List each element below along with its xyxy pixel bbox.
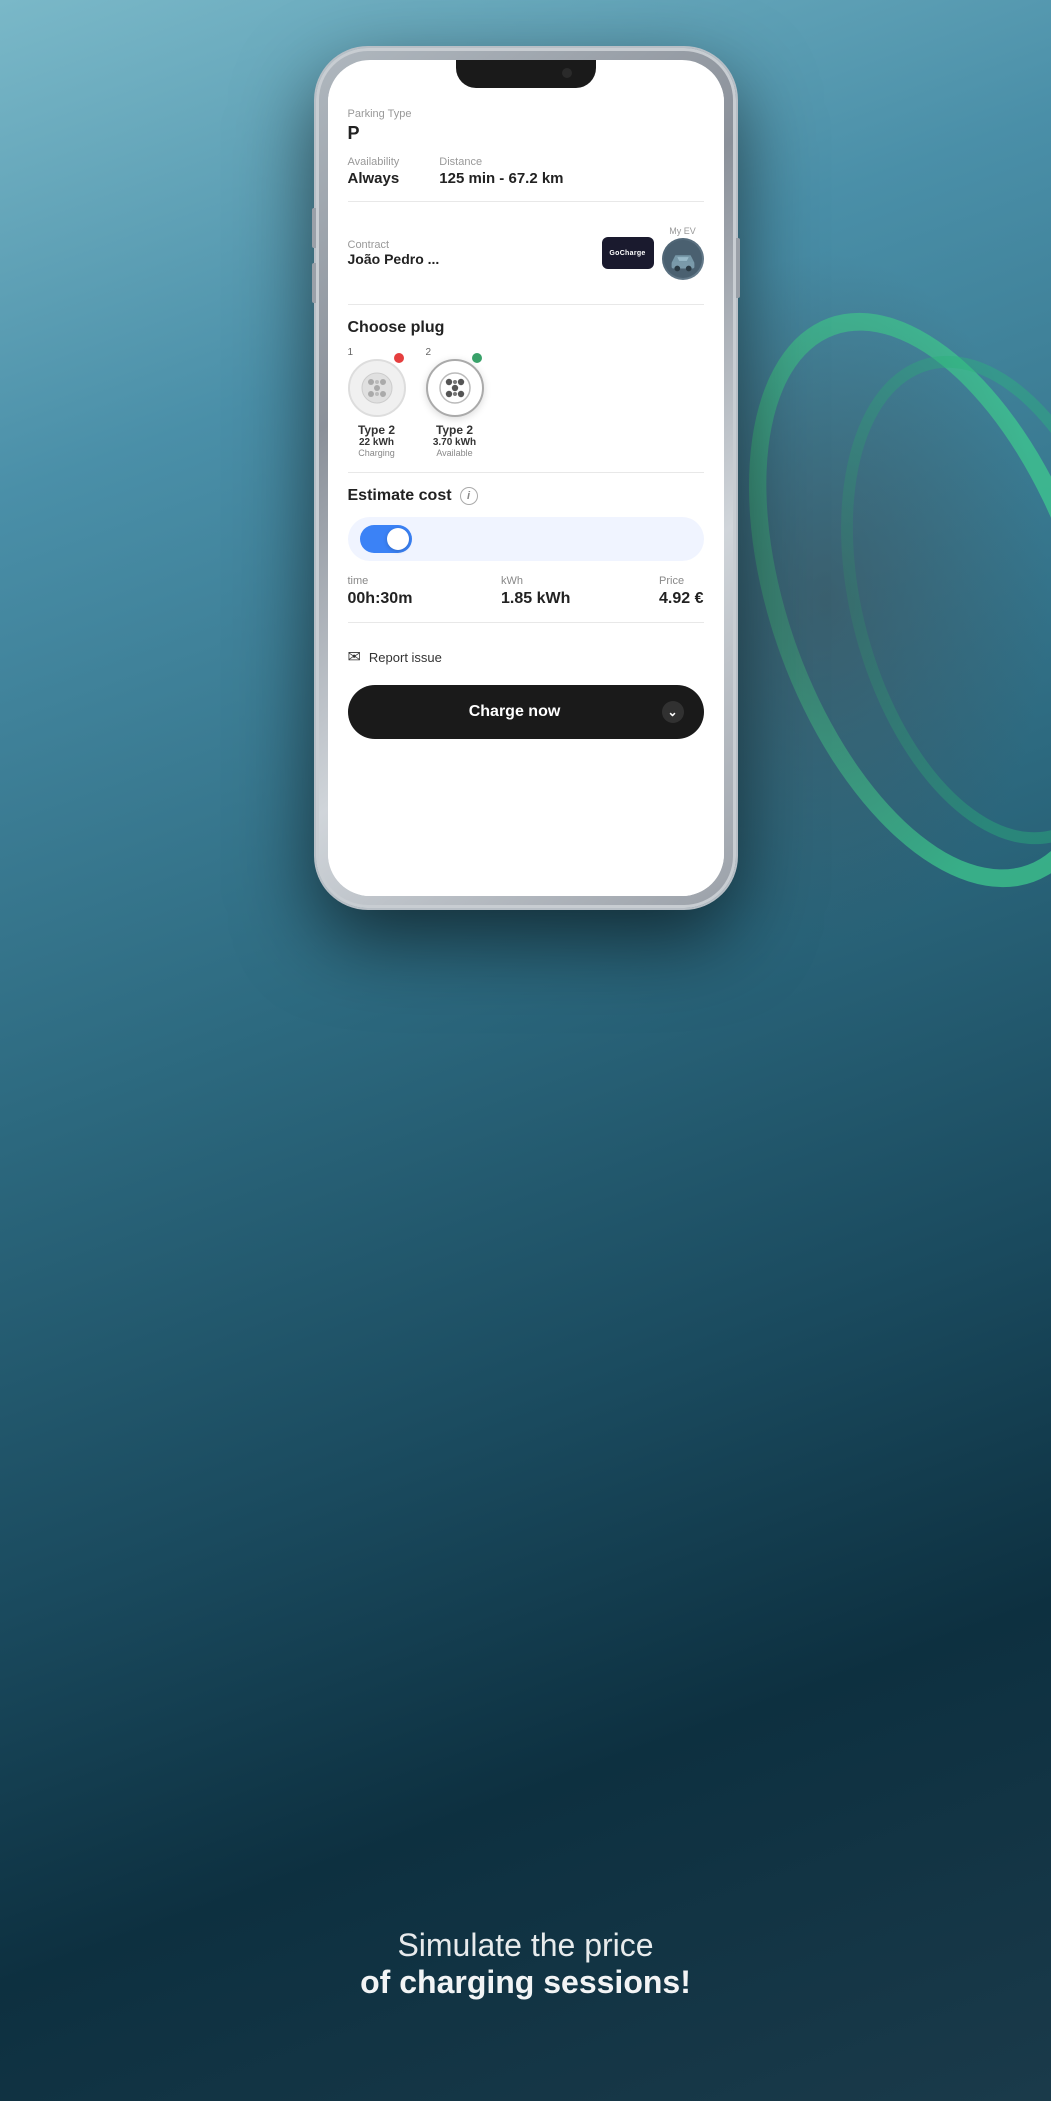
connector-icon-2: [438, 371, 472, 405]
bottom-line1: Simulate the price: [0, 1927, 1051, 1964]
car-icon: [664, 240, 702, 278]
ev-avatar: [662, 238, 704, 280]
divider-2: [348, 304, 704, 305]
bottom-text-section: Simulate the price of charging sessions!: [0, 1927, 1051, 2001]
kwh-col: kWh 1.85 kWh: [501, 575, 570, 608]
distance-value: 125 min - 67.2 km: [439, 170, 563, 187]
plug-number-2: 2: [426, 347, 432, 358]
cost-columns: time 00h:30m kWh 1.85 kWh Price 4.92 €: [348, 575, 704, 608]
toggle-container: [348, 517, 704, 561]
plug-circle-1: [348, 359, 406, 417]
phone-screen: Parking Type P Availability Always Dista…: [328, 60, 724, 896]
plug-number-1: 1: [348, 347, 354, 358]
plug-circle-2: [426, 359, 484, 417]
contract-row: Contract João Pedro ... GoCharge My EV: [348, 216, 704, 290]
volume-up-button: [312, 208, 316, 248]
time-col: time 00h:30m: [348, 575, 413, 608]
choose-plug-section: Choose plug 1: [348, 319, 704, 458]
notch: [456, 60, 596, 88]
kwh-value: 1.85 kWh: [501, 590, 570, 608]
plug-kwh-1: 22 kWh: [359, 437, 394, 448]
charge-now-label: Charge now: [368, 703, 662, 721]
contract-value: João Pedro ...: [348, 251, 440, 267]
estimate-toggle[interactable]: [360, 525, 412, 553]
time-label: time: [348, 575, 413, 587]
price-col: Price 4.92 €: [659, 575, 703, 608]
screen-content: Parking Type P Availability Always Dista…: [328, 88, 724, 896]
plug-status-2: Available: [436, 448, 472, 458]
plugs-row: 1: [348, 351, 704, 458]
power-button: [736, 238, 740, 298]
plug-item-2[interactable]: 2: [426, 351, 484, 458]
contract-label: Contract: [348, 239, 440, 251]
plug-status-dot-2: [472, 353, 482, 363]
charge-now-button[interactable]: Charge now ⌄: [348, 685, 704, 739]
distance-col: Distance 125 min - 67.2 km: [439, 156, 563, 187]
availability-col: Availability Always: [348, 156, 400, 187]
envelope-icon: ✉: [348, 647, 361, 667]
connector-icon-1: [360, 371, 394, 405]
price-label: Price: [659, 575, 703, 587]
plug-status-dot-1: [394, 353, 404, 363]
parking-type-section: Parking Type P: [348, 108, 704, 144]
contract-right: GoCharge My EV: [594, 226, 704, 280]
info-icon[interactable]: i: [460, 487, 478, 505]
divider-3: [348, 472, 704, 473]
plug-status-1: Charging: [358, 448, 395, 458]
badge-text: GoCharge: [609, 250, 645, 257]
contract-info: Contract João Pedro ...: [348, 239, 440, 267]
toggle-knob: [387, 528, 409, 550]
front-camera: [562, 68, 572, 78]
volume-down-button: [312, 263, 316, 303]
plug-kwh-2: 3.70 kWh: [433, 437, 476, 448]
choose-plug-title: Choose plug: [348, 319, 704, 337]
time-value: 00h:30m: [348, 590, 413, 608]
gocharge-badge: GoCharge: [602, 237, 654, 269]
estimate-cost-section: Estimate cost i time 00h:30m: [348, 487, 704, 608]
availability-label: Availability: [348, 156, 400, 168]
availability-distance-row: Availability Always Distance 125 min - 6…: [348, 156, 704, 187]
phone-bezel: Parking Type P Availability Always Dista…: [316, 48, 736, 908]
plug-item-1[interactable]: 1: [348, 351, 406, 458]
bottom-line2: of charging sessions!: [0, 1964, 1051, 2001]
phone-frame: Parking Type P Availability Always Dista…: [316, 48, 736, 908]
estimate-title-row: Estimate cost i: [348, 487, 704, 505]
distance-label: Distance: [439, 156, 563, 168]
divider-4: [348, 622, 704, 623]
plug-type-2: Type 2: [436, 423, 473, 437]
report-issue-row[interactable]: ✉ Report issue: [348, 637, 704, 677]
parking-type-label: Parking Type: [348, 108, 704, 120]
report-issue-text: Report issue: [369, 650, 442, 665]
plug-type-1: Type 2: [358, 423, 395, 437]
my-ev-label: My EV: [669, 226, 696, 236]
estimate-cost-title: Estimate cost: [348, 487, 452, 505]
chevron-down-icon: ⌄: [662, 701, 684, 723]
kwh-label: kWh: [501, 575, 570, 587]
divider-1: [348, 201, 704, 202]
parking-type-value: P: [348, 123, 704, 144]
price-value: 4.92 €: [659, 590, 703, 608]
availability-value: Always: [348, 170, 400, 187]
